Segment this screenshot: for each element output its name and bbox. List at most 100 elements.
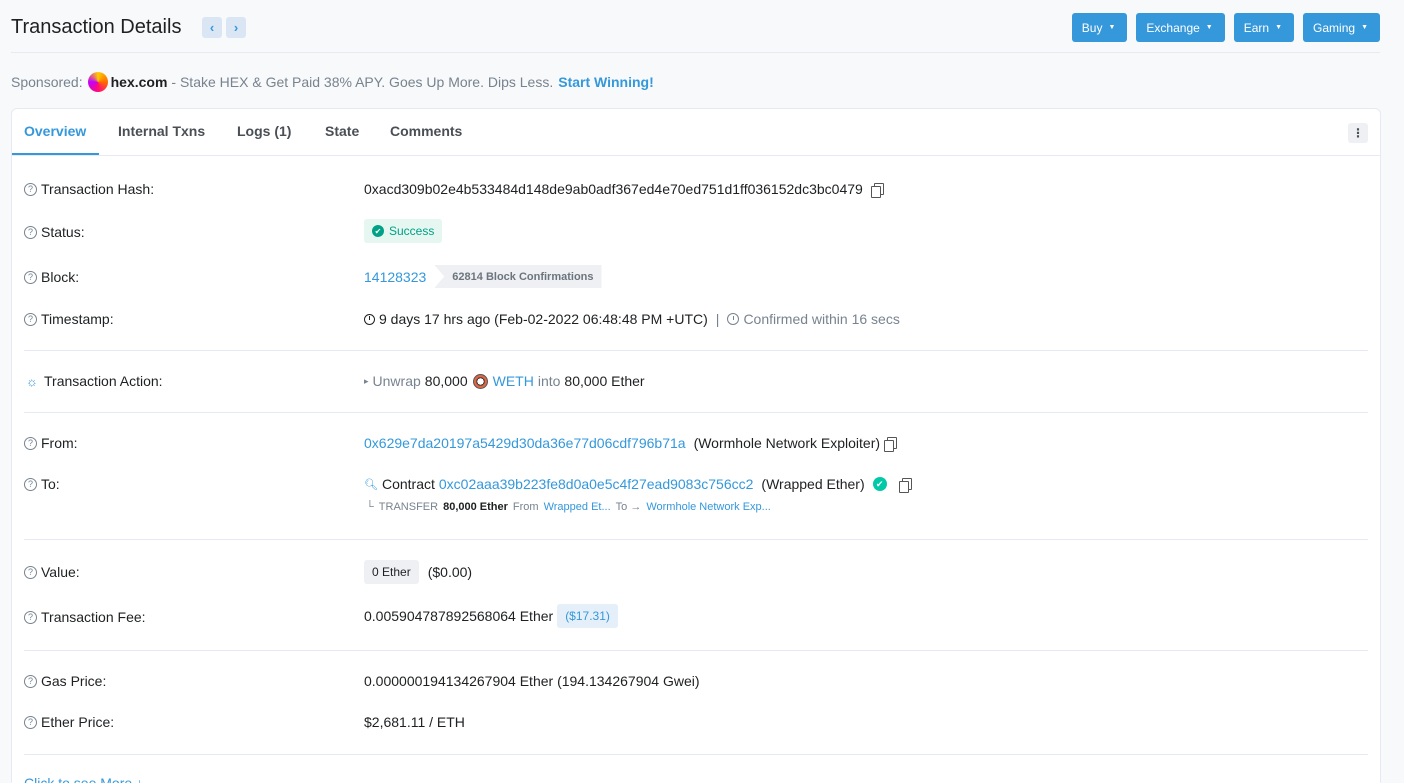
exchange-label: Exchange [1146, 20, 1200, 35]
action-result: 80,000 Ether [564, 373, 645, 389]
from-tag: (Wormhole Network Exploiter) [693, 435, 881, 451]
sponsor-cta-link[interactable]: Start Winning! [558, 74, 654, 90]
weth-token-icon [472, 373, 488, 389]
status-value-row: ✔ Success [364, 219, 443, 243]
verified-check-icon: ✔ [872, 477, 887, 491]
action-value-row: ▸ Unwrap 80,000 WETH into 80,000 Ether [364, 373, 645, 389]
transfer-from-link[interactable]: Wrapped Et... [544, 501, 611, 513]
copy-icon[interactable] [870, 182, 884, 198]
caret-right-icon: ▸ [364, 375, 369, 386]
tree-branch-icon: └ [366, 501, 374, 513]
to-address-link[interactable]: 0xc02aaa39b223fe8d0a0e5c4f27ead9083c756c… [439, 476, 754, 492]
tx-navigation: ‹ › [202, 17, 246, 38]
gaming-button[interactable]: Gaming ▼ [1303, 13, 1380, 42]
sponsor-prefix: Sponsored: [11, 74, 83, 90]
chevron-down-icon: ▼ [1275, 24, 1283, 31]
tab-comments[interactable]: Comments [390, 123, 462, 139]
copy-icon[interactable] [898, 477, 912, 493]
more-options-icon[interactable]: ⋮ [1348, 123, 1368, 143]
fee-value: 0.005904787892568064 Ether [364, 608, 554, 624]
block-label-row: ? Block: [24, 269, 79, 285]
earn-label: Earn [1243, 20, 1270, 35]
divider [24, 650, 1368, 651]
chevron-down-icon: ▼ [1361, 24, 1368, 31]
divider [24, 412, 1368, 413]
transfer-to-link[interactable]: Wormhole Network Exp... [646, 501, 771, 513]
hex-logo-icon [87, 72, 108, 92]
value-ether-badge: 0 Ether [364, 560, 419, 584]
stopwatch-icon [727, 313, 740, 325]
timestamp-value: 9 days 17 hrs ago (Feb-02-2022 06:48:48 … [379, 311, 708, 327]
gas-price-value: 0.000000194134267904 Ether (194.13426790… [364, 673, 700, 689]
gas-price-label-row: ? Gas Price: [24, 673, 106, 689]
help-icon: ? [24, 674, 37, 688]
block-value-row: 14128323 62814 Block Confirmations [364, 265, 602, 288]
timestamp-label-row: ? Timestamp: [24, 311, 114, 327]
tx-hash-label: Transaction Hash: [41, 181, 155, 197]
sponsor-brand[interactable]: hex.com [111, 74, 168, 90]
action-label: Transaction Action: [44, 373, 163, 389]
tx-hash-value-row: 0xacd309b02e4b533484d148de9ab0adf367ed4e… [364, 181, 884, 198]
earn-button[interactable]: Earn ▼ [1233, 13, 1295, 42]
to-prefix: Contract [381, 476, 435, 492]
lightbulb-icon: ☼ [26, 373, 38, 389]
check-circle-icon: ✔ [372, 225, 384, 237]
value-label-row: ? Value: [24, 564, 80, 580]
token-transfer-row: └ TRANSFER 80,000 Ether From Wrapped Et.… [366, 501, 771, 513]
tab-logs[interactable]: Logs (1) [237, 123, 291, 139]
contract-search-icon: 🔍︎ [364, 478, 378, 491]
page-title: Transaction Details [11, 16, 182, 38]
divider [24, 754, 1368, 755]
help-icon: ? [24, 565, 37, 579]
exchange-button[interactable]: Exchange ▼ [1136, 13, 1225, 42]
click-to-see-more-link[interactable]: Click to see More ↓ [24, 775, 143, 783]
from-address-link[interactable]: 0x629e7da20197a5429d30da36e77d06cdf796b7… [364, 435, 686, 451]
ether-price-value: $2,681.11 / ETH [364, 714, 465, 730]
chevron-down-icon: ▼ [1108, 24, 1116, 31]
weth-token-link[interactable]: WETH [493, 373, 534, 389]
buy-label: Buy [1081, 20, 1103, 35]
transfer-amount: 80,000 Ether [443, 501, 508, 513]
tab-overview[interactable]: Overview [24, 123, 86, 139]
page-header: Transaction Details ‹ › Buy ▼ Exchange ▼ E… [11, 0, 1380, 53]
tab-internal-txns[interactable]: Internal Txns [118, 123, 205, 139]
copy-icon[interactable] [884, 436, 898, 452]
help-icon: ? [24, 182, 37, 196]
help-icon: ? [24, 477, 37, 491]
next-tx-button[interactable]: › [226, 17, 246, 38]
help-icon: ? [24, 715, 37, 729]
gaming-label: Gaming [1313, 20, 1356, 35]
transfer-type: TRANSFER [378, 501, 439, 513]
ether-price-label-row: ? Ether Price: [24, 714, 114, 730]
to-tag: (Wrapped Ether) [761, 476, 865, 492]
sponsor-banner: Sponsored: hex.com - Stake HEX & Get Pai… [11, 72, 654, 92]
block-label: Block: [41, 269, 80, 285]
value-label: Value: [41, 564, 80, 580]
fee-label: Transaction Fee: [41, 609, 146, 625]
ether-price-value-row: $2,681.11 / ETH [364, 714, 465, 730]
chevron-down-icon: ▼ [1205, 24, 1213, 31]
tab-bar: Overview Internal Txns Logs (1) State Co… [12, 109, 1380, 156]
status-value: Success [389, 224, 435, 238]
tab-state[interactable]: State [325, 123, 359, 139]
active-tab-indicator [12, 153, 99, 155]
fee-value-row: 0.005904787892568064 Ether ($17.31) [364, 604, 618, 628]
divider [24, 350, 1368, 351]
divider [24, 539, 1368, 540]
buy-button[interactable]: Buy ▼ [1071, 13, 1128, 42]
to-label-row: ? To: [24, 476, 60, 492]
to-label: To: [41, 476, 60, 492]
timestamp-divider: | [715, 311, 720, 327]
fee-usd-badge: ($17.31) [557, 604, 618, 628]
help-icon: ? [24, 610, 37, 624]
timestamp-label: Timestamp: [41, 311, 114, 327]
help-icon: ? [24, 270, 37, 284]
from-value-row: 0x629e7da20197a5429d30da36e77d06cdf796b7… [364, 435, 898, 452]
prev-tx-button[interactable]: ‹ [202, 17, 222, 38]
transfer-to-label: To → [615, 501, 642, 513]
help-icon: ? [24, 436, 37, 450]
top-nav-buttons: Buy ▼ Exchange ▼ Earn ▼ Gaming ▼ [1071, 13, 1380, 42]
block-number-link[interactable]: 14128323 [364, 269, 426, 285]
action-amount: 80,000 [424, 373, 468, 389]
tx-hash-label-row: ? Transaction Hash: [24, 181, 154, 197]
